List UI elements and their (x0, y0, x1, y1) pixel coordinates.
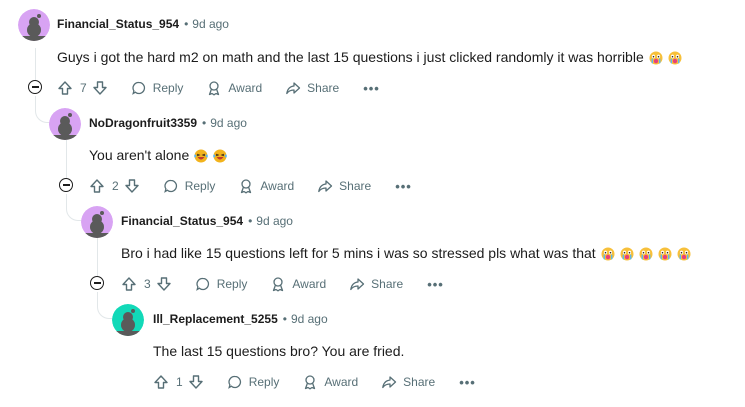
username[interactable]: NoDragonfruit3359 (89, 116, 197, 130)
collapse-button[interactable] (90, 276, 104, 290)
timestamp[interactable]: 9d ago (256, 214, 293, 228)
downvote-button[interactable] (156, 276, 172, 292)
share-icon (318, 180, 333, 193)
award-button[interactable]: Award (270, 276, 326, 292)
upvote-icon (90, 179, 104, 193)
laughing-face-emoji (194, 149, 209, 163)
upvote-button[interactable] (89, 178, 105, 194)
separator: • (184, 17, 189, 31)
share-button[interactable]: Share (349, 276, 403, 292)
vote-count: 7 (80, 81, 87, 95)
reply-icon (163, 179, 177, 193)
reply-icon (131, 81, 145, 95)
downvote-button[interactable] (188, 374, 204, 390)
award-icon (241, 179, 252, 194)
reply-icon (227, 375, 241, 389)
downvote-button[interactable] (92, 80, 108, 96)
separator: • (248, 214, 253, 228)
vote-count: 2 (112, 179, 119, 193)
comment-text: The last 15 questions bro? You are fried… (153, 343, 405, 359)
share-button[interactable]: Share (317, 178, 371, 194)
thread-connector (66, 194, 83, 221)
upvote-icon (122, 277, 136, 291)
comment-actions: 2 Reply Award Share ••• (89, 176, 412, 196)
thread-line (66, 140, 67, 180)
downvote-icon (124, 179, 139, 193)
separator: • (202, 116, 207, 130)
crying-face-emoji (677, 247, 691, 261)
share-icon (286, 82, 301, 95)
vote-count: 1 (176, 375, 183, 389)
reply-button[interactable]: Reply (163, 178, 215, 194)
downvote-button[interactable] (124, 178, 140, 194)
comment-header: Financial_Status_954 • 9d ago (57, 17, 229, 31)
upvote-icon (154, 375, 168, 389)
more-options-button[interactable]: ••• (363, 81, 380, 96)
downvote-icon (92, 81, 107, 95)
downvote-icon (156, 277, 171, 291)
more-options-button[interactable]: ••• (395, 179, 412, 194)
upvote-button[interactable] (121, 276, 137, 292)
thread-connector (35, 96, 50, 123)
vote-count: 3 (144, 277, 151, 291)
award-button[interactable]: Award (238, 178, 294, 194)
downvote-icon (188, 375, 203, 389)
award-icon (209, 81, 220, 96)
thread-connector (97, 292, 113, 319)
more-options-button[interactable]: ••• (427, 277, 444, 292)
upvote-icon (58, 81, 72, 95)
more-options-button[interactable]: ••• (459, 375, 476, 390)
collapse-button[interactable] (59, 178, 73, 192)
timestamp[interactable]: 9d ago (192, 17, 229, 31)
reply-button[interactable]: Reply (227, 374, 279, 390)
share-icon (350, 278, 365, 291)
comment-text: Guys i got the hard m2 on math and the l… (57, 49, 682, 65)
username[interactable]: Financial_Status_954 (121, 214, 243, 228)
crying-face-emoji (601, 247, 615, 261)
crying-face-emoji (649, 51, 663, 65)
reply-button[interactable]: Reply (131, 80, 183, 96)
laughing-face-emoji (213, 149, 228, 163)
comment-text: You aren't alone (89, 147, 228, 163)
crying-face-emoji (620, 247, 634, 261)
crying-face-emoji (639, 247, 653, 261)
comment-header: NoDragonfruit3359 • 9d ago (89, 116, 247, 130)
avatar[interactable] (81, 206, 113, 238)
crying-face-emoji (658, 247, 672, 261)
separator: • (282, 312, 287, 326)
reply-icon (195, 277, 209, 291)
crying-face-emoji (668, 51, 682, 65)
avatar[interactable] (18, 9, 50, 41)
share-icon (382, 376, 397, 389)
award-icon (273, 277, 284, 292)
reply-button[interactable]: Reply (195, 276, 247, 292)
thread-line (35, 48, 36, 82)
avatar[interactable] (112, 304, 144, 336)
collapse-button[interactable] (28, 80, 42, 94)
thread-line (97, 238, 98, 278)
comment-text: Bro i had like 15 questions left for 5 m… (121, 245, 691, 261)
comment-actions: 7 Reply Award Share ••• (57, 78, 380, 98)
comment-header: Financial_Status_954 • 9d ago (121, 214, 293, 228)
share-button[interactable]: Share (285, 80, 339, 96)
username[interactable]: Ill_Replacement_5255 (153, 312, 278, 326)
timestamp[interactable]: 9d ago (210, 116, 247, 130)
share-button[interactable]: Share (381, 374, 435, 390)
upvote-button[interactable] (57, 80, 73, 96)
award-button[interactable]: Award (302, 374, 358, 390)
award-icon (305, 375, 316, 390)
timestamp[interactable]: 9d ago (291, 312, 328, 326)
comment-actions: 1 Reply Award Share ••• (153, 372, 476, 392)
upvote-button[interactable] (153, 374, 169, 390)
comment-header: Ill_Replacement_5255 • 9d ago (153, 312, 328, 326)
avatar[interactable] (49, 108, 81, 140)
comment-actions: 3 Reply Award Share ••• (121, 274, 444, 294)
username[interactable]: Financial_Status_954 (57, 17, 179, 31)
award-button[interactable]: Award (206, 80, 262, 96)
